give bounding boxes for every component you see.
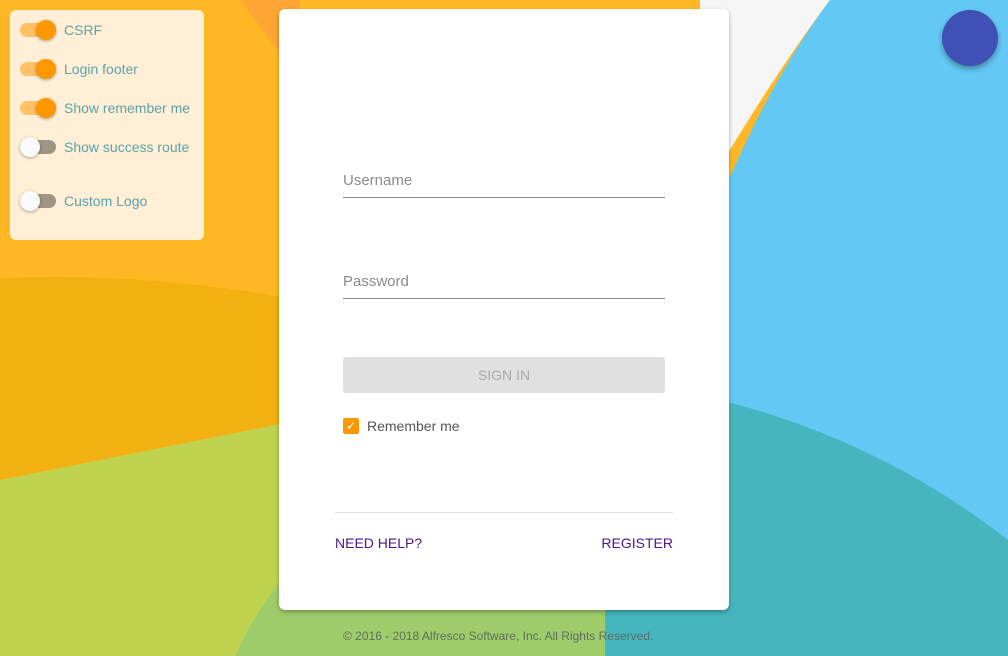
toggle-label: CSRF	[64, 22, 103, 38]
switch-knob	[20, 137, 40, 157]
copyright-footer: © 2016 - 2018 Alfresco Software, Inc. Al…	[343, 629, 654, 643]
password-input[interactable]	[343, 273, 665, 290]
remember-me-label: Remember me	[367, 418, 460, 434]
toggle-csrf[interactable]: CSRF	[20, 20, 103, 40]
toggle-show-remember-me[interactable]: Show remember me	[20, 98, 191, 118]
username-input[interactable]	[343, 172, 665, 189]
remember-me-checkbox[interactable]: ✓ Remember me	[343, 418, 460, 434]
check-icon: ✓	[343, 418, 359, 434]
switch-track	[20, 98, 56, 118]
sign-in-button[interactable]: SIGN IN	[343, 357, 665, 393]
switch-knob	[36, 59, 56, 79]
settings-panel: CSRF Login footer Show remember me Show …	[10, 10, 204, 240]
toggle-custom-logo[interactable]: Custom Logo	[20, 191, 148, 211]
divider	[335, 512, 673, 513]
login-card: SIGN IN ✓ Remember me NEED HELP? REGISTE…	[279, 9, 729, 610]
toggle-login-footer[interactable]: Login footer	[20, 59, 138, 79]
username-field	[343, 172, 665, 198]
switch-knob	[20, 191, 40, 211]
password-field	[343, 273, 665, 299]
toggle-label: Custom Logo	[64, 193, 148, 209]
switch-track	[20, 137, 56, 157]
switch-track	[20, 191, 56, 211]
switch-knob	[36, 98, 56, 118]
need-help-link[interactable]: NEED HELP?	[335, 535, 422, 551]
switch-knob	[36, 20, 56, 40]
switch-track	[20, 20, 56, 40]
switch-track	[20, 59, 56, 79]
register-link[interactable]: REGISTER	[601, 535, 673, 551]
toggle-show-success-route[interactable]: Show success route	[20, 137, 190, 157]
toggle-label: Login footer	[64, 61, 138, 77]
toggle-label: Show success route	[64, 139, 190, 155]
settings-fab-button[interactable]	[942, 10, 998, 66]
toggle-label: Show remember me	[64, 100, 191, 116]
